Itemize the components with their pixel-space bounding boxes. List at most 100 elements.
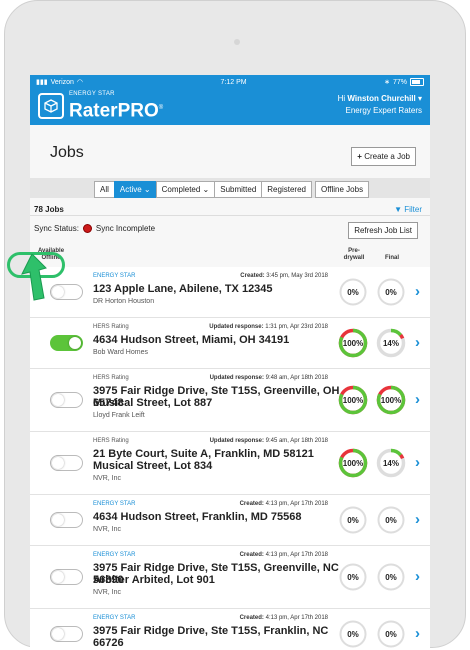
predrywall-progress-ring-label: 100%: [343, 339, 363, 348]
final-progress-ring-label: 0%: [385, 630, 397, 639]
final-progress-ring: 100%: [376, 385, 406, 415]
available-offline-toggle[interactable]: [50, 569, 83, 585]
job-timestamp: Updated response: 9:48 am, Apr 18th 2018: [209, 375, 328, 381]
sync-label: Sync Status:: [34, 224, 79, 233]
job-row[interactable]: ENERGY STAR Created: 3:45 pm, May 3rd 201…: [30, 267, 430, 318]
available-offline-toggle[interactable]: [50, 455, 83, 471]
toggle-knob: [69, 337, 81, 349]
job-timestamp: Updated response: 1:31 pm, Apr 23rd 2018: [209, 324, 328, 330]
job-type-label: ENERGY STAR: [93, 615, 136, 621]
logo-box-icon: [38, 93, 64, 120]
company-name: Energy Expert Raters: [345, 106, 422, 115]
logo-wordmark: RaterPRO®: [69, 100, 164, 122]
job-row[interactable]: ENERGY STAR Created: 4:13 pm, Apr 17th 20…: [30, 546, 430, 609]
job-builder: NVR, Inc: [93, 475, 122, 482]
chevron-right-icon[interactable]: ›: [415, 335, 420, 350]
tab-all[interactable]: All: [94, 181, 115, 198]
final-progress-ring-label: 100%: [381, 396, 401, 405]
chevron-down-icon: ⌄: [141, 185, 151, 194]
predrywall-progress-ring: 100%: [338, 448, 368, 478]
predrywall-progress-ring: 0%: [339, 620, 367, 648]
final-progress-ring-label: 0%: [385, 573, 397, 582]
app-header: ENERGY STAR RaterPRO® Hi Winston Churchi…: [30, 89, 430, 125]
jobs-count: 78 Jobs: [34, 205, 64, 214]
job-row[interactable]: HERS Rating Updated response: 1:31 pm, Ap…: [30, 318, 430, 369]
job-address: Musical Street, Lot 887: [93, 397, 213, 409]
tab-completed[interactable]: Completed ⌄: [155, 181, 216, 198]
chevron-down-icon: ⌄: [200, 185, 210, 194]
wifi-icon: ◠: [76, 79, 84, 86]
sync-status: Sync Status: Sync Incomplete: [34, 224, 155, 233]
job-address: 3975 Fair Ridge Drive, Ste T15S, Frankli…: [93, 625, 329, 649]
battery-icon: [410, 78, 424, 86]
column-final: Final: [384, 255, 399, 261]
chevron-right-icon[interactable]: ›: [415, 569, 420, 584]
carrier-area: ▮▮▮ Verizon ◠: [36, 78, 84, 87]
tab-registered[interactable]: Registered: [261, 181, 312, 198]
final-progress-ring-label: 0%: [385, 516, 397, 525]
filter-button[interactable]: ▼ Filter: [394, 205, 422, 214]
user-menu[interactable]: Hi Winston Churchill ▾ Energy Expert Rat…: [338, 93, 422, 117]
job-row[interactable]: ENERGY STAR Created: 4:13 pm, Apr 17th 20…: [30, 609, 430, 650]
job-builder: DR Horton Houston: [93, 298, 155, 305]
job-row[interactable]: ENERGY STAR Created: 4:13 pm, Apr 17th 20…: [30, 495, 430, 546]
final-progress-ring: 0%: [377, 563, 405, 591]
job-row[interactable]: HERS Rating Updated response: 9:48 am, Ap…: [30, 369, 430, 432]
filter-icon: ▼: [394, 205, 402, 214]
tab-active[interactable]: Active ⌄: [113, 181, 157, 198]
page-title: Jobs: [50, 144, 84, 161]
tab-offline-jobs[interactable]: Offline Jobs: [314, 181, 370, 198]
predrywall-progress-ring: 0%: [339, 506, 367, 534]
job-type-label: HERS Rating: [93, 438, 129, 444]
toggle-knob: [52, 514, 64, 526]
chevron-right-icon[interactable]: ›: [415, 284, 420, 299]
chevron-right-icon[interactable]: ›: [415, 392, 420, 407]
job-timestamp: Created: 4:13 pm, Apr 17th 2018: [239, 615, 328, 621]
battery-area: ∗ 77%: [384, 78, 424, 86]
job-builder: Lloyd Frank Leift: [93, 412, 145, 419]
predrywall-progress-ring-label: 0%: [347, 630, 359, 639]
app-screen: ▮▮▮ Verizon ◠ 7:12 PM ∗ 77% ENERGY STAR …: [30, 75, 430, 650]
job-builder: Bob Ward Homes: [93, 349, 148, 356]
logo-energy-star: ENERGY STAR: [69, 91, 115, 97]
available-offline-toggle[interactable]: [50, 512, 83, 528]
job-builder: NVR, Inc: [93, 589, 122, 596]
job-timestamp: Updated response: 9:45 am, Apr 18th 2018: [209, 438, 328, 444]
refresh-job-list-button[interactable]: Refresh Job List: [348, 222, 418, 239]
job-type-label: HERS Rating: [93, 375, 129, 381]
job-address: Musical Street, Lot 834: [93, 460, 213, 472]
pointer-arrow-icon: [21, 254, 47, 301]
divider: [30, 215, 430, 216]
chevron-right-icon[interactable]: ›: [415, 455, 420, 470]
predrywall-progress-ring: 0%: [339, 563, 367, 591]
tab-submitted[interactable]: Submitted: [214, 181, 263, 198]
toggle-knob: [52, 628, 64, 640]
predrywall-progress-ring-label: 0%: [347, 288, 359, 297]
toggle-knob: [52, 571, 64, 583]
chevron-right-icon[interactable]: ›: [415, 626, 420, 641]
final-progress-ring: 14%: [376, 448, 406, 478]
job-timestamp: Created: 4:13 pm, Apr 17th 2018: [239, 501, 328, 507]
final-progress-ring-label: 14%: [383, 339, 399, 348]
chevron-right-icon[interactable]: ›: [415, 512, 420, 527]
job-type-label: ENERGY STAR: [93, 552, 136, 558]
job-row[interactable]: HERS Rating Updated response: 9:45 am, Ap…: [30, 432, 430, 495]
status-bar: ▮▮▮ Verizon ◠ 7:12 PM ∗ 77%: [30, 75, 430, 89]
signal-icon: ▮▮▮: [36, 79, 48, 86]
job-address: 123 Apple Lane, Abilene, TX 12345: [93, 283, 273, 295]
job-type-label: ENERGY STAR: [93, 501, 136, 507]
final-progress-ring: 14%: [376, 328, 406, 358]
final-progress-ring-label: 0%: [385, 288, 397, 297]
available-offline-toggle[interactable]: [50, 626, 83, 642]
create-job-button[interactable]: + Create a Job: [351, 147, 416, 166]
battery-label: 77%: [392, 78, 407, 86]
chevron-down-icon: ▾: [417, 94, 422, 103]
job-type-label: HERS Rating: [93, 324, 129, 330]
toggle-knob: [52, 394, 64, 406]
bluetooth-icon: ∗: [384, 79, 390, 86]
available-offline-toggle[interactable]: [50, 335, 83, 351]
available-offline-toggle[interactable]: [50, 392, 83, 408]
job-builder: NVR, Inc: [93, 526, 122, 533]
camera-icon: [234, 39, 240, 45]
final-progress-ring-label: 14%: [383, 459, 399, 468]
